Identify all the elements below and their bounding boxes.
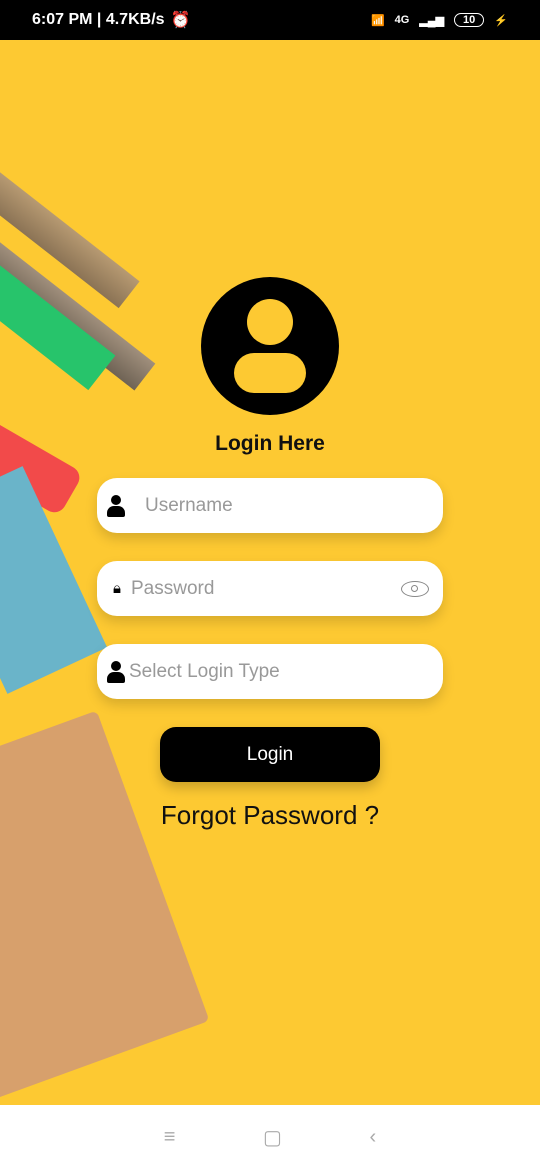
lock-icon: 🔒︎	[113, 580, 121, 597]
username-input[interactable]: Username	[97, 478, 443, 533]
navigation-bar: ≡ ▢ ‹	[0, 1105, 540, 1170]
eye-icon[interactable]	[401, 580, 429, 597]
login-screen: Login Here Username 🔒︎ Password Select L…	[0, 40, 540, 1105]
menu-icon[interactable]: ≡	[164, 1126, 176, 1149]
charging-icon: ⚡	[494, 14, 508, 27]
signal-icon: ▂▄▆	[419, 14, 445, 27]
username-placeholder: Username	[145, 494, 233, 516]
alarm-icon: ⏰	[170, 12, 191, 29]
user-icon	[107, 494, 125, 517]
user-icon	[107, 660, 125, 683]
status-bar: 6:07 PM | 4.7KB/s ⏰ 📶 4G ▂▄▆ 10 ⚡	[0, 0, 540, 40]
page-title: Login Here	[215, 432, 325, 455]
password-input[interactable]: 🔒︎ Password	[97, 561, 443, 616]
login-type-select[interactable]: Select Login Type	[97, 644, 443, 699]
password-placeholder: Password	[130, 577, 215, 599]
network-type: 4G	[394, 14, 410, 26]
login-button[interactable]: Login	[160, 727, 380, 782]
home-icon[interactable]: ▢	[263, 1125, 282, 1150]
status-time: 6:07 PM | 4.7KB/s	[32, 11, 165, 28]
wifi-icon: 📶	[370, 14, 385, 27]
user-circle-icon	[201, 277, 339, 415]
forgot-password-link[interactable]: Forgot Password ?	[0, 800, 540, 831]
battery-icon: 10	[454, 13, 485, 27]
login-type-placeholder: Select Login Type	[129, 660, 280, 682]
back-icon[interactable]: ‹	[370, 1126, 377, 1149]
